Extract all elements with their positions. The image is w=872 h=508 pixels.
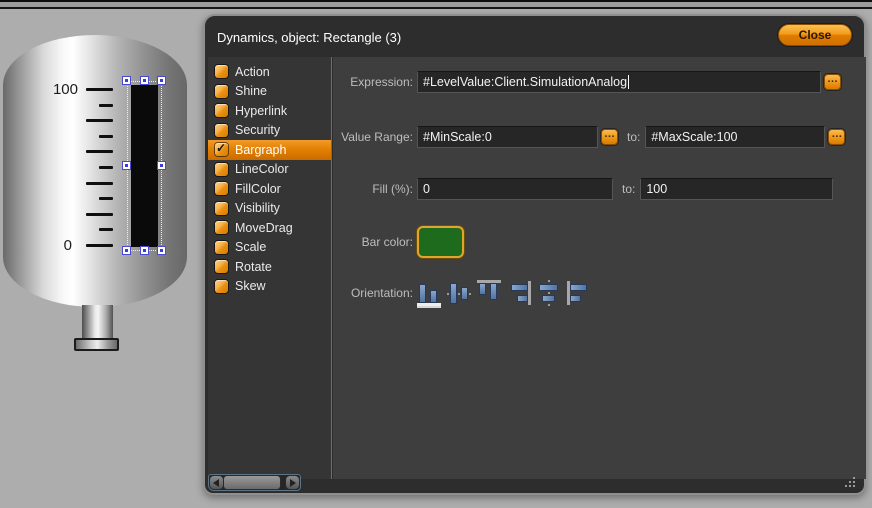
checkbox-icon[interactable] [215, 182, 228, 195]
dynamics-list: Action Shine Hyperlink Security ✓ Bargra… [208, 57, 332, 479]
expression-browse-button[interactable]: … [824, 74, 841, 90]
sidebar-item-security[interactable]: Security [208, 121, 331, 141]
scale-label-min: 0 [38, 237, 72, 254]
fill-from-input[interactable]: 0 [417, 178, 613, 200]
sidebar-item-hyperlink[interactable]: Hyperlink [208, 101, 331, 121]
sidebar-item-label: Shine [235, 84, 267, 98]
bar-color-label: Bar color: [333, 235, 413, 249]
orientation-center-horizontal-icon[interactable] [537, 280, 561, 308]
expression-label: Expression: [333, 75, 413, 89]
checkbox-icon[interactable] [215, 260, 228, 273]
scale-tick-minor [99, 104, 113, 107]
selection-handle[interactable] [157, 76, 166, 85]
scale-tick-major [86, 244, 113, 247]
min-scale-value: #MinScale:0 [423, 130, 492, 144]
sidebar-item-shine[interactable]: Shine [208, 82, 331, 102]
max-scale-input[interactable]: #MaxScale:100 [645, 126, 825, 148]
max-scale-browse-button[interactable]: … [828, 129, 845, 145]
checkbox-icon[interactable] [215, 85, 228, 98]
close-button[interactable]: Close [778, 24, 852, 46]
checkbox-icon[interactable] [215, 241, 228, 254]
dialog-bottom-bar [205, 477, 864, 493]
sidebar-item-label: Scale [235, 240, 266, 254]
checkbox-icon[interactable] [215, 104, 228, 117]
bar-color-swatch[interactable] [417, 226, 464, 258]
fill-to-value: 100 [646, 182, 667, 196]
orientation-label: Orientation: [333, 286, 413, 300]
checkbox-icon[interactable] [215, 280, 228, 293]
selection-handle[interactable] [140, 246, 149, 255]
sidebar-item-linecolor[interactable]: LineColor [208, 160, 331, 180]
fill-percent-label: Fill (%): [333, 182, 413, 196]
fill-to-input[interactable]: 100 [640, 178, 833, 200]
scale-label-max: 100 [44, 81, 78, 98]
sidebar-item-label: Rotate [235, 260, 272, 274]
value-range-to-label: to: [627, 130, 640, 144]
selection-handle[interactable] [122, 76, 131, 85]
selection-handle[interactable] [122, 161, 131, 170]
tank-pipe [82, 305, 113, 339]
scale-tick-major [86, 119, 113, 122]
checkbox-checked-icon[interactable]: ✓ [215, 143, 228, 156]
sidebar-item-fillcolor[interactable]: FillColor [208, 179, 331, 199]
sidebar-item-label: LineColor [235, 162, 289, 176]
selection-handle[interactable] [157, 246, 166, 255]
dynamics-dialog: Dynamics, object: Rectangle (3) Close Ac… [203, 14, 866, 495]
sidebar-item-visibility[interactable]: Visibility [208, 199, 331, 219]
sidebar-item-label: FillColor [235, 182, 281, 196]
sidebar-item-action[interactable]: Action [208, 62, 331, 82]
tank-flange [74, 338, 119, 351]
sidebar-item-bargraph[interactable]: ✓ Bargraph [208, 140, 331, 160]
scale-tick-major [86, 88, 113, 91]
page-background: 100 0 Dynamics, object: Rectangle (3) Cl… [0, 0, 872, 508]
sidebar-item-label: Skew [235, 279, 266, 293]
checkbox-icon[interactable] [215, 65, 228, 78]
selection-handle[interactable] [140, 76, 149, 85]
editor-canvas: 100 0 [0, 0, 203, 508]
fill-to-label: to: [622, 182, 635, 196]
orientation-center-vertical-icon[interactable] [447, 280, 471, 308]
resize-grip-icon[interactable] [845, 477, 856, 488]
orientation-right-icon[interactable] [507, 280, 531, 308]
min-scale-browse-button[interactable]: … [601, 129, 618, 145]
scale-tick-minor [99, 166, 113, 169]
sidebar-item-label: Action [235, 65, 270, 79]
sidebar-item-label: Visibility [235, 201, 280, 215]
max-scale-value: #MaxScale:100 [651, 130, 737, 144]
orientation-bottom-icon[interactable] [417, 277, 441, 308]
selection-handle[interactable] [122, 246, 131, 255]
sidebar-item-label: MoveDrag [235, 221, 293, 235]
orientation-top-icon[interactable] [477, 280, 501, 308]
value-range-label: Value Range: [333, 130, 413, 144]
dialog-title: Dynamics, object: Rectangle (3) [217, 30, 401, 45]
scale-tick-minor [99, 197, 113, 200]
expression-value: #LevelValue:Client.SimulationAnalog [423, 75, 627, 89]
scale-tick-major [86, 150, 113, 153]
scale-tick-minor [99, 228, 113, 231]
sidebar-item-skew[interactable]: Skew [208, 277, 331, 297]
dialog-titlebar[interactable]: Dynamics, object: Rectangle (3) Close [205, 16, 864, 56]
sidebar-item-label: Bargraph [235, 143, 286, 157]
sidebar-item-label: Security [235, 123, 280, 137]
checkbox-icon[interactable] [215, 221, 228, 234]
checkbox-icon[interactable] [215, 163, 228, 176]
sidebar-item-label: Hyperlink [235, 104, 287, 118]
bargraph-form: Expression: #LevelValue:Client.Simulatio… [333, 57, 866, 479]
scale-tick-major [86, 213, 113, 216]
text-caret [628, 75, 629, 89]
checkbox-icon[interactable] [215, 202, 228, 215]
sidebar-item-rotate[interactable]: Rotate [208, 257, 331, 277]
min-scale-input[interactable]: #MinScale:0 [417, 126, 598, 148]
fill-from-value: 0 [423, 182, 430, 196]
orientation-left-icon[interactable] [567, 280, 591, 308]
sidebar-item-movedrag[interactable]: MoveDrag [208, 218, 331, 238]
scale-tick-minor [99, 135, 113, 138]
bargraph-rectangle[interactable] [131, 85, 158, 247]
expression-input[interactable]: #LevelValue:Client.SimulationAnalog [417, 71, 821, 93]
scale-tick-major [86, 182, 113, 185]
checkbox-icon[interactable] [215, 124, 228, 137]
sidebar-item-scale[interactable]: Scale [208, 238, 331, 258]
selection-handle[interactable] [157, 161, 166, 170]
